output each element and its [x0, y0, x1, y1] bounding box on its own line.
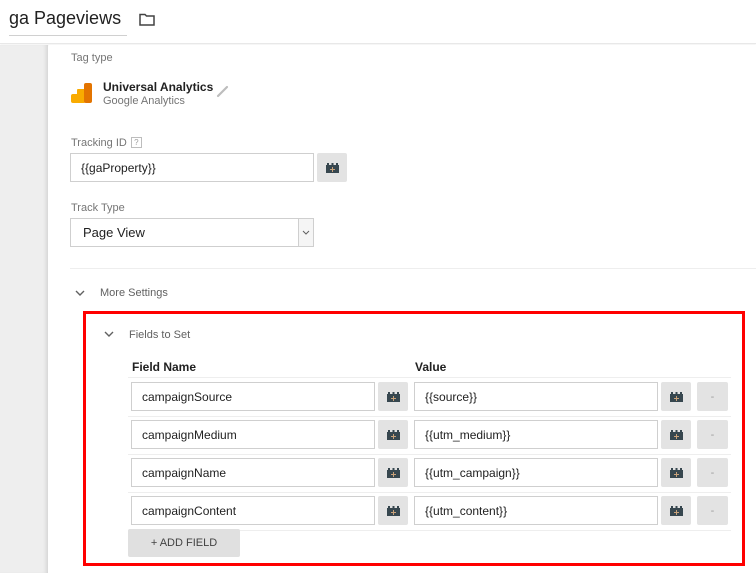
row-divider	[128, 416, 731, 417]
tag-type-label: Tag type	[71, 52, 113, 64]
variable-brick-icon	[386, 467, 400, 478]
field-value-variable-button[interactable]	[661, 420, 691, 449]
remove-row-button[interactable]: -	[697, 382, 728, 411]
fields-to-set-toggle[interactable]: Fields to Set	[129, 329, 190, 341]
header-divider	[128, 377, 731, 378]
track-type-selected: Page View	[83, 225, 145, 240]
field-name-value: campaignSource	[142, 389, 233, 404]
variable-brick-icon	[325, 162, 339, 173]
field-name-value: campaignName	[142, 465, 227, 480]
help-icon[interactable]: ?	[130, 137, 142, 148]
field-value-value: {{utm_medium}}	[425, 427, 511, 442]
field-value-variable-button[interactable]	[661, 496, 691, 525]
field-value-input[interactable]: {{utm_campaign}}	[414, 458, 658, 487]
field-value-variable-button[interactable]	[661, 382, 691, 411]
section-divider	[70, 268, 756, 269]
field-value-value: {{utm_campaign}}	[425, 465, 520, 480]
row-divider	[128, 454, 731, 455]
field-name-value: campaignContent	[142, 503, 237, 518]
variable-brick-icon	[669, 391, 683, 402]
variable-brick-icon	[669, 429, 683, 440]
field-value-variable-button[interactable]	[661, 458, 691, 487]
field-name-input[interactable]: campaignMedium	[131, 420, 375, 449]
field-name-variable-button[interactable]	[378, 496, 408, 525]
folder-icon[interactable]	[139, 13, 155, 26]
tracking-id-variable-button[interactable]	[317, 153, 347, 182]
remove-row-button[interactable]: -	[697, 420, 728, 449]
column-header-field-name: Field Name	[132, 360, 197, 374]
chevron-down-icon[interactable]	[104, 331, 114, 337]
track-type-select[interactable]: Page View	[70, 218, 314, 247]
field-value-input[interactable]: {{utm_content}}	[414, 496, 658, 525]
pencil-icon[interactable]	[216, 84, 230, 98]
field-name-input[interactable]: campaignSource	[131, 382, 375, 411]
google-analytics-logo	[71, 83, 93, 103]
field-name-input[interactable]: campaignName	[131, 458, 375, 487]
field-value-input[interactable]: {{utm_medium}}	[414, 420, 658, 449]
tracking-id-input[interactable]: {{gaProperty}}	[70, 153, 314, 182]
variable-brick-icon	[386, 391, 400, 402]
field-name-variable-button[interactable]	[378, 382, 408, 411]
field-value-value: {{utm_content}}	[425, 503, 508, 518]
remove-row-button[interactable]: -	[697, 496, 728, 525]
field-name-variable-button[interactable]	[378, 458, 408, 487]
column-header-value: Value	[415, 360, 447, 374]
field-value-input[interactable]: {{source}}	[414, 382, 658, 411]
more-settings-toggle[interactable]: More Settings	[100, 287, 168, 299]
tracking-id-label-text: Tracking ID	[71, 137, 127, 149]
variable-brick-icon	[386, 429, 400, 440]
field-name-variable-button[interactable]	[378, 420, 408, 449]
variable-brick-icon	[669, 505, 683, 516]
tag-title[interactable]: ga Pageviews	[9, 8, 128, 36]
left-gutter	[0, 45, 48, 573]
variable-brick-icon	[669, 467, 683, 478]
row-divider	[128, 492, 731, 493]
field-name-input[interactable]: campaignContent	[131, 496, 375, 525]
remove-row-button[interactable]: -	[697, 458, 728, 487]
tracking-id-label: Tracking ID?	[71, 137, 142, 149]
tag-type-name: Universal Analytics	[103, 80, 214, 94]
tag-type-vendor: Google Analytics	[103, 95, 185, 107]
field-name-value: campaignMedium	[142, 427, 237, 442]
add-field-button[interactable]: + ADD FIELD	[128, 529, 240, 557]
field-value-value: {{source}}	[425, 389, 478, 404]
variable-brick-icon	[386, 505, 400, 516]
page-header: ga Pageviews	[0, 0, 756, 44]
chevron-down-icon[interactable]	[75, 290, 85, 296]
chevron-down-icon[interactable]	[298, 219, 313, 246]
track-type-label: Track Type	[71, 202, 125, 214]
tracking-id-value: {{gaProperty}}	[81, 160, 156, 175]
